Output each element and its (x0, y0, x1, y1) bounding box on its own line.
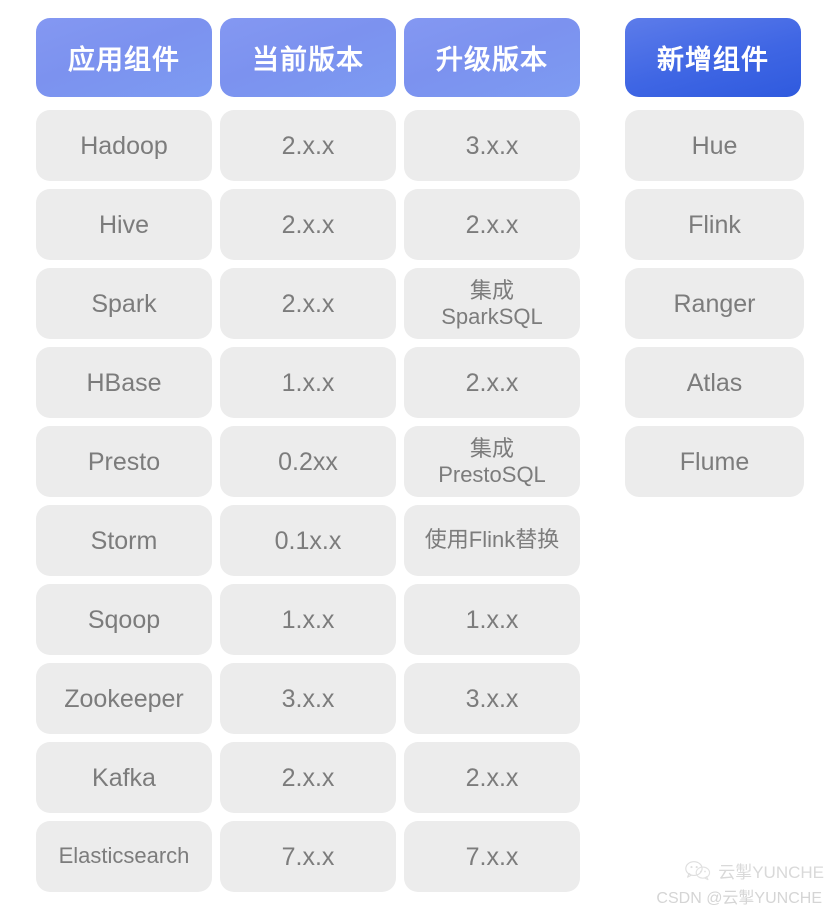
header-cell-new-component[interactable]: 新增组件 (625, 18, 801, 97)
table-row: Spark (36, 268, 212, 339)
table-row: Elasticsearch (36, 821, 212, 892)
table-row: Kafka (36, 742, 212, 813)
component-upgrade-table: 应用组件 当前版本 升级版本 新增组件 Hadoop 2.x.x 3.x.x H… (0, 0, 840, 918)
table-row: Storm (36, 505, 212, 576)
table-row: 集成 SparkSQL (404, 268, 580, 339)
header-label: 当前版本 (252, 45, 364, 75)
list-item: Flume (625, 426, 804, 497)
list-item: Atlas (625, 347, 804, 418)
table-header-row: 应用组件 当前版本 升级版本 (36, 18, 580, 97)
table-row: 1.x.x (404, 584, 580, 655)
table-row: 3.x.x (404, 663, 580, 734)
table-row: 3.x.x (404, 110, 580, 181)
list-item: Flink (625, 189, 804, 260)
table-row: 2.x.x (220, 189, 396, 260)
new-components-list: Hue Flink Ranger Atlas Flume (625, 110, 804, 497)
table-row: Zookeeper (36, 663, 212, 734)
table-row: 2.x.x (220, 110, 396, 181)
table-body: Hadoop 2.x.x 3.x.x Hive 2.x.x 2.x.x Spar… (36, 110, 580, 892)
list-item: Ranger (625, 268, 804, 339)
table-row: 1.x.x (220, 584, 396, 655)
wechat-icon (685, 860, 711, 882)
header-cell-upgrade-version[interactable]: 升级版本 (404, 18, 580, 97)
table-row: 2.x.x (404, 347, 580, 418)
watermark-brand-line: 云掣YUNCHE (685, 858, 824, 883)
list-item: Hue (625, 110, 804, 181)
table-row: 2.x.x (404, 742, 580, 813)
header-cell-current-version[interactable]: 当前版本 (220, 18, 396, 97)
header-cell-application-component[interactable]: 应用组件 (36, 18, 212, 97)
table-row: 使用Flink替换 (404, 505, 580, 576)
table-row: Presto (36, 426, 212, 497)
header-label: 新增组件 (657, 45, 769, 75)
watermark-attribution: CSDN @云掣YUNCHE (656, 890, 822, 907)
header-label: 升级版本 (436, 45, 548, 75)
watermark-brand-text: 云掣YUNCHE (718, 863, 824, 882)
table-row: Hive (36, 189, 212, 260)
table-row: 7.x.x (404, 821, 580, 892)
table-row: 0.2xx (220, 426, 396, 497)
table-row: Hadoop (36, 110, 212, 181)
table-row: 2.x.x (220, 268, 396, 339)
table-row: 7.x.x (220, 821, 396, 892)
table-row: HBase (36, 347, 212, 418)
table-row: 3.x.x (220, 663, 396, 734)
table-row: 1.x.x (220, 347, 396, 418)
table-row: 2.x.x (220, 742, 396, 813)
table-row: 2.x.x (404, 189, 580, 260)
watermark: 云掣YUNCHE CSDN @云掣YUNCHE (656, 858, 824, 908)
table-row: Sqoop (36, 584, 212, 655)
header-label: 应用组件 (68, 45, 180, 75)
table-row: 集成 PrestoSQL (404, 426, 580, 497)
table-row: 0.1x.x (220, 505, 396, 576)
new-components-header-row: 新增组件 (625, 18, 801, 97)
